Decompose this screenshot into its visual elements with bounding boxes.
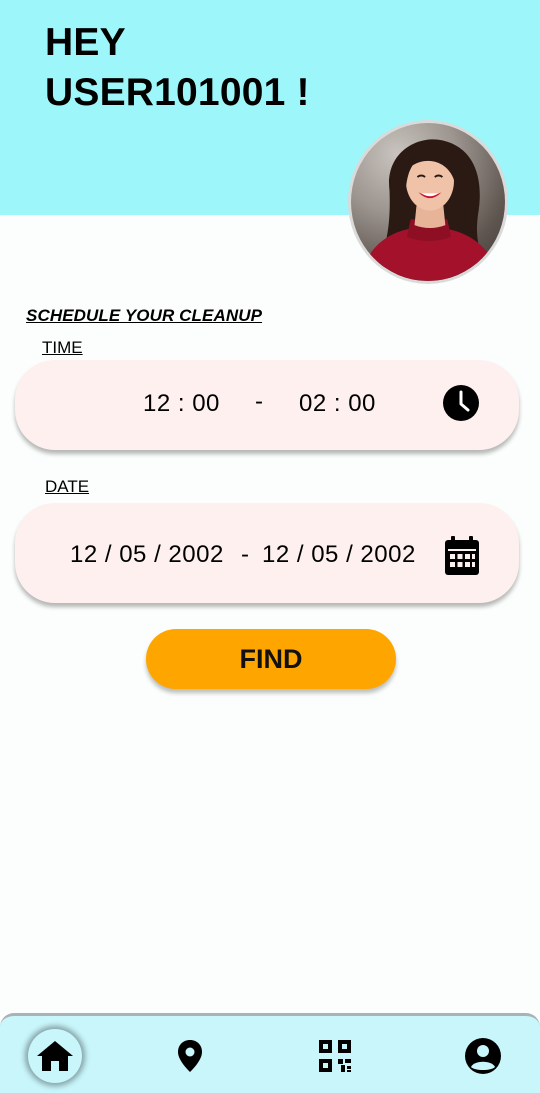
greeting-line-1: HEY bbox=[45, 21, 126, 64]
clock-icon[interactable] bbox=[442, 384, 480, 422]
location-pin-icon bbox=[178, 1040, 202, 1072]
avatar-photo bbox=[360, 139, 500, 281]
account-circle-icon bbox=[465, 1038, 501, 1074]
date-range-picker[interactable]: 12 / 05 / 2002 - 12 / 05 / 2002 bbox=[15, 503, 519, 603]
date-start[interactable]: 12 / 05 / 2002 bbox=[70, 541, 224, 569]
nav-home[interactable] bbox=[15, 1016, 95, 1093]
time-separator: - bbox=[255, 388, 264, 415]
home-screen: HEY USER101001 ! SCHEDULE YOUR CLEANUP T… bbox=[0, 0, 540, 1093]
nav-profile[interactable] bbox=[443, 1016, 523, 1093]
bottom-nav bbox=[0, 1013, 540, 1093]
greeting-line-2: USER101001 ! bbox=[45, 71, 310, 114]
date-end[interactable]: 12 / 05 / 2002 bbox=[262, 541, 416, 569]
time-range-picker[interactable]: 12 : 00 - 02 : 00 bbox=[15, 360, 519, 450]
avatar[interactable] bbox=[348, 120, 508, 284]
schedule-title: SCHEDULE YOUR CLEANUP bbox=[26, 306, 263, 325]
time-end[interactable]: 02 : 00 bbox=[299, 390, 376, 418]
nav-qr[interactable] bbox=[295, 1016, 375, 1093]
date-label: DATE bbox=[45, 477, 90, 496]
date-separator: - bbox=[241, 541, 250, 568]
qr-code-icon bbox=[319, 1040, 351, 1072]
find-button[interactable]: FIND bbox=[146, 629, 396, 689]
time-start[interactable]: 12 : 00 bbox=[143, 390, 220, 418]
nav-home-active-ring bbox=[28, 1029, 82, 1083]
calendar-icon[interactable] bbox=[444, 536, 480, 576]
nav-map[interactable] bbox=[150, 1016, 230, 1093]
greeting-title: HEY USER101001 ! bbox=[45, 18, 310, 118]
home-icon bbox=[37, 1041, 73, 1071]
time-label: TIME bbox=[42, 338, 83, 357]
